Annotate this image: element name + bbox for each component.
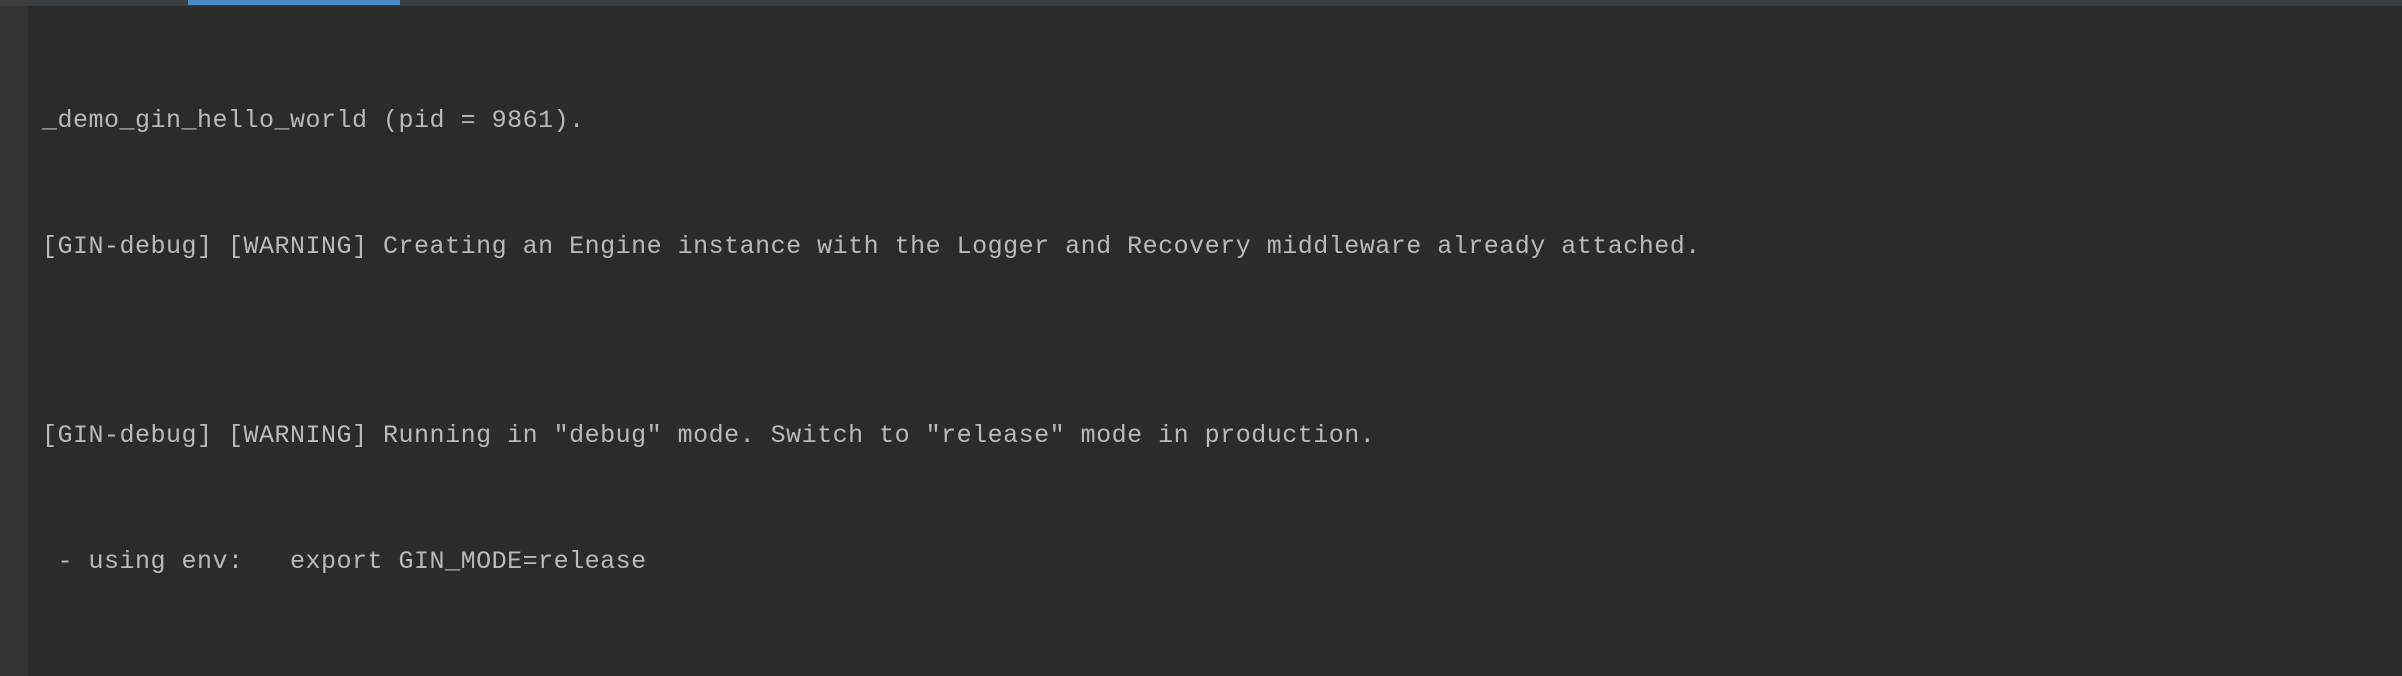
console-line: [GIN-debug] [WARNING] Creating an Engine… [42,215,2402,278]
gutter [0,0,28,676]
console-line: _demo_gin_hello_world (pid = 9861). [42,89,2402,152]
console-line: - using env: export GIN_MODE=release [42,530,2402,593]
active-tab-indicator[interactable] [188,0,400,5]
tab-strip [0,0,2402,6]
console-panel: _demo_gin_hello_world (pid = 9861). [GIN… [0,0,2402,676]
console-line: - using code: gin.SetMode(gin.ReleaseMod… [42,656,2402,676]
console-line: [GIN-debug] [WARNING] Running in "debug"… [42,404,2402,467]
console-output[interactable]: _demo_gin_hello_world (pid = 9861). [GIN… [28,0,2402,676]
